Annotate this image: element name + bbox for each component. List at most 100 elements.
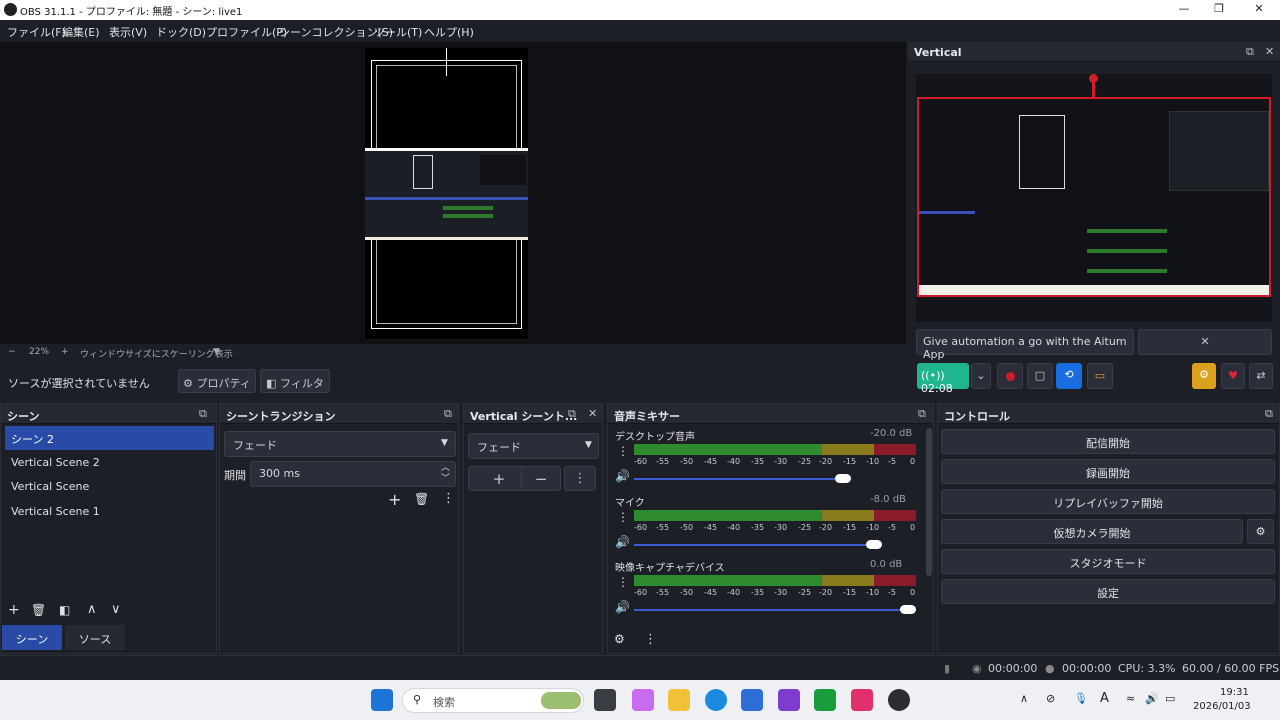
channel-menu-icon[interactable]: ⋮ (617, 510, 629, 524)
app-icon[interactable] (778, 689, 800, 711)
float-icon[interactable]: ⧉ (444, 407, 452, 421)
mute-speaker-icon[interactable]: 🔊 (615, 600, 630, 614)
zoom-in-button[interactable]: + (61, 347, 69, 357)
vertical-transition-select[interactable]: フェード ▼ (468, 433, 599, 459)
scene-item[interactable]: Vertical Scene 2 (5, 451, 214, 475)
volume-slider-handle[interactable] (866, 540, 883, 549)
minimize-button[interactable]: — (1171, 2, 1197, 18)
menu-tools[interactable]: ツール(T) (374, 24, 422, 40)
maximize-button[interactable]: ❐ (1206, 2, 1232, 18)
vertical-virtualcam-icon[interactable]: ▭ (1087, 363, 1113, 389)
start-replay-buffer-button[interactable]: リプレイバッファ開始 (941, 489, 1275, 514)
ime-icon[interactable]: A (1100, 691, 1109, 706)
menu-profile[interactable]: プロファイル(P) (206, 24, 287, 40)
scene-item[interactable]: Vertical Scene 1 (5, 500, 214, 524)
studio-mode-button[interactable]: スタジオモード (941, 549, 1275, 574)
battery-icon[interactable]: ▭ (1165, 692, 1175, 705)
virtual-camera-settings-icon[interactable]: ⚙ (1247, 519, 1274, 544)
live-options-icon[interactable]: ⌄ (971, 363, 991, 389)
volume-slider-handle[interactable] (900, 605, 916, 614)
vertical-replay-icon[interactable]: ⟲ (1056, 363, 1082, 389)
scene-item[interactable]: Vertical Scene (5, 475, 214, 499)
task-view-icon[interactable] (594, 689, 616, 711)
transitions-dock: シーントランジション ⧉ フェード ▼ 期間 300 ms ︿ ﹀ + 🗑 ⋮ (219, 403, 459, 654)
copilot-icon[interactable] (632, 689, 654, 711)
mute-speaker-icon[interactable]: 🔊 (615, 535, 630, 549)
channel-menu-icon[interactable]: ⋮ (617, 575, 629, 589)
taskbar-search[interactable]: ⚲ 検索 (402, 688, 584, 713)
volume-slider-handle[interactable] (835, 474, 852, 483)
vertical-live-button[interactable]: ((•)) 02:08 (917, 363, 969, 395)
start-streaming-button[interactable]: 配信開始 (941, 429, 1275, 454)
settings-button[interactable]: 設定 (941, 579, 1275, 604)
vertical-settings-icon[interactable]: ⚙ (1192, 363, 1216, 389)
start-virtual-camera-button[interactable]: 仮想カメラ開始 (941, 519, 1243, 544)
vertical-record-button[interactable] (997, 363, 1023, 389)
mixer-menu-icon[interactable]: ⋮ (644, 632, 657, 647)
mute-speaker-icon[interactable]: 🔊 (615, 469, 630, 483)
aitum-banner[interactable]: Give automation a go with the Aitum App (916, 329, 1134, 361)
chevron-up-icon[interactable]: ∧ (1020, 692, 1028, 705)
mixer-scrollbar[interactable] (926, 428, 932, 576)
float-icon[interactable]: ⧉ (1246, 45, 1254, 59)
close-button[interactable]: ✕ (1246, 2, 1272, 18)
menu-help[interactable]: ヘルプ(H) (424, 24, 474, 40)
aitum-icon[interactable]: ⇄ (1249, 363, 1273, 389)
scene-filters-icon[interactable]: ◧ (59, 603, 70, 617)
title-bar: OBS 31.1.1 - プロファイル: 無題 - シーン: live1 — ❐… (0, 0, 1280, 20)
file-explorer-icon[interactable] (668, 689, 690, 711)
trash-icon[interactable]: 🗑 (31, 603, 46, 617)
microphone-icon[interactable]: 🎙 (1074, 692, 1088, 705)
menu-dock[interactable]: ドック(D) (156, 24, 206, 40)
cloud-icon[interactable]: ⊘ (1046, 692, 1055, 705)
tab-scenes[interactable]: シーン (2, 625, 62, 650)
properties-button[interactable]: ⚙ プロパティ (178, 369, 256, 393)
wifi-icon[interactable]: ≈ (1126, 692, 1135, 705)
float-icon[interactable]: ⧉ (199, 407, 207, 421)
banner-close-button[interactable]: ✕ (1138, 329, 1272, 355)
close-icon[interactable]: ✕ (1265, 45, 1274, 58)
move-up-icon[interactable]: ∧ (87, 602, 97, 617)
xbox-icon[interactable] (814, 689, 836, 711)
store-icon[interactable] (741, 689, 763, 711)
vertical-preview[interactable] (916, 74, 1272, 322)
more-icon[interactable]: ⋮ (564, 466, 596, 491)
close-icon[interactable]: ✕ (588, 407, 597, 420)
vertical-stop-icon[interactable]: □ (1027, 363, 1053, 389)
meter-tick-label: -45 (704, 588, 718, 597)
duration-value: 300 ms (259, 467, 300, 480)
add-transition-icon[interactable]: + (388, 490, 401, 509)
menu-view[interactable]: 表示(V) (109, 24, 147, 40)
duration-input[interactable]: 300 ms ︿ ﹀ (250, 461, 456, 487)
tiktok-icon[interactable] (851, 689, 873, 711)
edge-icon[interactable] (705, 689, 727, 711)
preview-canvas[interactable] (365, 48, 528, 339)
start-recording-button[interactable]: 録画開始 (941, 459, 1275, 484)
volume-icon[interactable]: 🔊 (1145, 692, 1159, 705)
obs-taskbar-icon[interactable] (888, 689, 910, 711)
tab-sources[interactable]: ソース (65, 625, 125, 650)
remove-transition-icon[interactable]: 🗑 (414, 492, 429, 506)
advanced-audio-icon[interactable]: ⚙ (614, 632, 625, 646)
heart-icon[interactable]: ♥ (1221, 363, 1245, 389)
volume-slider[interactable] (634, 544, 883, 546)
volume-slider[interactable] (634, 478, 852, 480)
more-icon[interactable]: ⋮ (442, 491, 455, 506)
float-icon[interactable]: ⧉ (568, 407, 576, 421)
float-icon[interactable]: ⧉ (1265, 407, 1273, 421)
filters-button[interactable]: ◧ フィルタ (260, 369, 330, 393)
float-icon[interactable]: ⧉ (918, 407, 926, 421)
remove-vertical-transition-icon[interactable]: − (521, 466, 561, 491)
scaling-dropdown-icon[interactable]: ▼ (213, 347, 220, 357)
stepper-icon[interactable]: ︿ ﹀ (441, 463, 450, 485)
menu-edit[interactable]: 編集(E) (62, 24, 100, 40)
menu-file[interactable]: ファイル(F) (7, 24, 66, 40)
transition-select[interactable]: フェード ▼ (224, 431, 456, 457)
move-down-icon[interactable]: ∨ (111, 602, 121, 617)
volume-slider[interactable] (634, 609, 916, 611)
scene-item[interactable]: シーン 2 (5, 426, 214, 450)
zoom-out-button[interactable]: − (8, 347, 16, 357)
channel-menu-icon[interactable]: ⋮ (617, 444, 629, 458)
add-icon[interactable]: + (8, 602, 20, 618)
windows-start-icon[interactable] (371, 689, 393, 711)
